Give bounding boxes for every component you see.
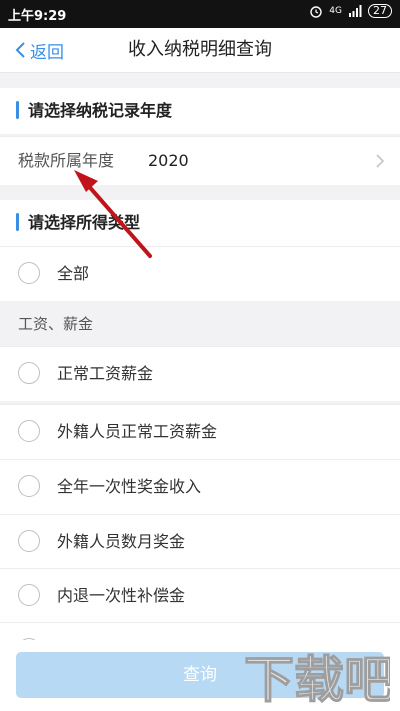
group-label-wages: 工资、薪金 xyxy=(0,302,400,346)
option-label: 全年一次性奖金收入 xyxy=(57,477,202,496)
type-section-header: 请选择所得类型 xyxy=(0,200,400,246)
status-icons: 4G 27 xyxy=(309,4,392,18)
option-item[interactable]: 外籍人员数月奖金 xyxy=(0,514,400,569)
option-item[interactable]: 全年一次性奖金收入 xyxy=(0,459,400,514)
type-section-title: 请选择所得类型 xyxy=(28,213,141,232)
tax-year-value: 2020 xyxy=(148,151,189,170)
status-time: 上午9:29 xyxy=(8,9,67,24)
option-all[interactable]: 全部 xyxy=(0,246,400,301)
chevron-right-icon xyxy=(376,154,384,168)
query-button[interactable]: 查询 xyxy=(16,652,384,698)
footer-bar: 查询 xyxy=(0,640,400,711)
radio-icon[interactable] xyxy=(18,362,40,384)
option-item[interactable]: 外籍人员正常工资薪金 xyxy=(0,404,400,459)
option-label: 外籍人员数月奖金 xyxy=(57,532,186,551)
option-item[interactable]: 正常工资薪金 xyxy=(0,346,400,401)
tax-year-label: 税款所属年度 xyxy=(18,151,115,170)
option-item[interactable]: 内退一次性补偿金 xyxy=(0,568,400,623)
radio-icon[interactable] xyxy=(18,530,40,552)
section-accent-bar xyxy=(16,101,19,119)
status-bar: 上午9:29 4G 27 xyxy=(0,0,400,28)
group-label-text: 工资、薪金 xyxy=(18,315,94,333)
battery-icon: 27 xyxy=(368,4,392,18)
tax-year-selector[interactable]: 税款所属年度 2020 xyxy=(0,136,400,185)
radio-icon[interactable] xyxy=(18,475,40,497)
nav-bar: 返回 收入纳税明细查询 xyxy=(0,28,400,73)
option-label: 正常工资薪金 xyxy=(57,364,154,383)
network-type: 4G xyxy=(329,6,342,16)
year-section-title: 请选择纳税记录年度 xyxy=(28,101,173,120)
page-title: 收入纳税明细查询 xyxy=(128,39,272,60)
section-accent-bar xyxy=(16,213,19,231)
radio-icon[interactable] xyxy=(18,420,40,442)
radio-icon[interactable] xyxy=(18,584,40,606)
radio-icon[interactable] xyxy=(18,262,40,284)
signal-icon xyxy=(349,5,362,17)
option-label: 全部 xyxy=(57,264,90,283)
option-label: 外籍人员正常工资薪金 xyxy=(57,422,218,441)
year-section-header: 请选择纳税记录年度 xyxy=(0,88,400,134)
option-label: 内退一次性补偿金 xyxy=(57,586,186,605)
alarm-icon xyxy=(310,6,322,18)
